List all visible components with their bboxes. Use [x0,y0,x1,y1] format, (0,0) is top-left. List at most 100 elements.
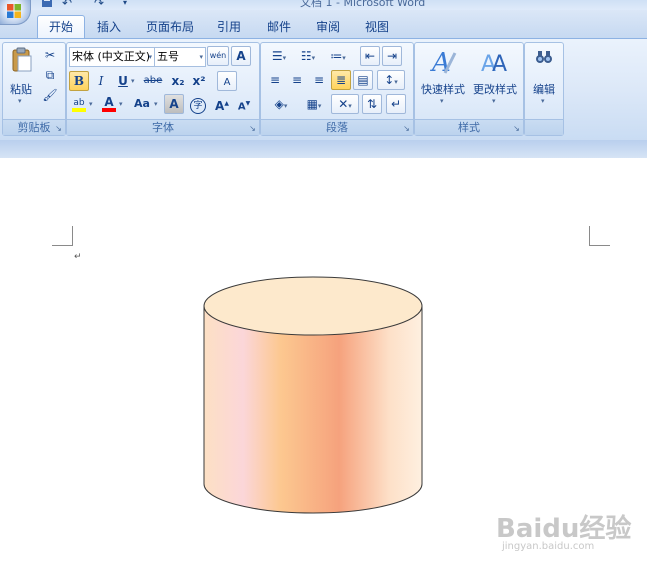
change-styles-dropdown-icon: ▾ [492,97,496,105]
decrease-indent-button[interactable]: ⇤ [360,46,380,66]
enclose-characters-button[interactable]: 字 [188,94,208,114]
cylinder-shape[interactable] [196,272,430,520]
office-logo-icon [7,4,21,18]
justify-button[interactable]: ≣ [331,70,351,90]
paragraph-launcher-icon[interactable]: ↘ [402,124,411,133]
change-case-label: Aa [134,97,150,110]
customize-qat-icon[interactable]: ▾ [118,0,132,10]
svg-text:A: A [492,52,507,77]
font-name-combo[interactable]: 宋体 (中文正文) ▾ [69,47,155,67]
change-styles-button[interactable]: A A 更改样式 ▾ [470,45,520,109]
character-border-button[interactable]: A [231,46,251,66]
tab-home[interactable]: 开始 [37,15,85,40]
underline-button[interactable]: U [113,71,133,91]
sort-button[interactable]: ⇅ [362,94,382,114]
font-color-button[interactable]: A [99,94,119,114]
chevron-down-icon: ▾ [199,53,203,61]
tab-references[interactable]: 引用 [213,16,245,38]
align-center-button[interactable]: ≡ [287,70,307,90]
chevron-down-icon: ▾ [148,53,152,61]
cylinder-body [203,305,423,514]
editing-button[interactable]: 编辑 ▾ [526,45,562,109]
watermark-brand: Baidu经验 [496,514,632,544]
bold-label: B [73,74,85,88]
paste-label: 粘贴 [10,83,32,96]
align-right-button[interactable]: ≡ [309,70,329,90]
show-marks-button[interactable]: ↵ [386,94,406,114]
format-painter-icon[interactable]: 🖌 [40,85,60,105]
bullets-button[interactable]: ☰▾ [265,46,293,66]
shrink-font-button[interactable]: A▼ [234,94,254,114]
styles-launcher-icon[interactable]: ↘ [512,124,521,133]
clear-formatting-label: A [223,77,231,88]
quick-styles-icon: A [430,48,457,77]
editing-group-label [525,119,563,135]
change-case-button[interactable]: Aa [129,94,155,114]
quick-styles-button[interactable]: A 快速样式 ▾ [418,45,468,109]
undo-icon[interactable]: ↶ [60,0,74,10]
character-shading-button[interactable]: A [164,94,184,114]
copy-icon[interactable]: ⧉ [40,65,60,85]
baidu-watermark: Baidu经验 jingyan.baidu.com [496,508,631,552]
font-color-icon: A [104,95,114,109]
grow-font-button[interactable]: A▲ [212,94,232,114]
chinese-layout-button[interactable]: ✕▾ [331,94,359,114]
numbering-button[interactable]: ☷▾ [294,46,322,66]
highlight-dropdown-icon[interactable]: ▾ [89,100,93,108]
tab-mailings[interactable]: 邮件 [263,16,295,38]
superscript-label: x² [192,74,206,88]
font-name-value: 宋体 (中文正文) [72,50,151,63]
shrink-font-label: A [237,101,246,113]
font-group-label: 字体 [67,119,259,135]
paste-dropdown-icon: ▾ [18,97,22,105]
paste-button[interactable]: 粘贴 ▾ [6,45,36,105]
font-size-combo[interactable]: 五号 ▾ [154,47,206,67]
paragraph-mark: ↵ [74,252,82,262]
subscript-button[interactable]: x₂ [168,71,188,91]
underline-dropdown-icon[interactable]: ▾ [131,77,135,85]
save-icon[interactable] [40,0,54,10]
align-left-button[interactable]: ≡ [265,70,285,90]
font-color-dropdown-icon[interactable]: ▾ [119,100,123,108]
font-group: 宋体 (中文正文) ▾ 五号 ▾ wén A B I U ▾ abe x₂ x²… [66,42,260,136]
distributed-button[interactable]: ▤ [353,70,373,90]
shading-button[interactable]: ◈▾ [265,94,297,114]
change-styles-icon: A A [481,52,507,77]
borders-button[interactable]: ▦▾ [299,94,329,114]
tab-insert[interactable]: 插入 [92,16,126,38]
styles-group-label: 样式 [415,119,523,135]
crop-mark-top-right [589,226,610,246]
editing-group: 编辑 ▾ [524,42,564,136]
strikethrough-button[interactable]: abe [139,71,167,91]
tab-view[interactable]: 视图 [361,16,393,38]
redo-icon[interactable]: ↷ [92,0,106,10]
ribbon-shadow [0,140,647,158]
character-border-label: A [236,49,246,63]
increase-indent-button[interactable]: ⇥ [382,46,402,66]
clipboard-group: 粘贴 ▾ ✂ ⧉ 🖌 剪贴板 ↘ [2,42,66,136]
paste-icon [12,47,32,72]
superscript-button[interactable]: x² [189,71,209,91]
cut-icon[interactable]: ✂ [40,45,60,65]
clear-formatting-button[interactable]: A [217,71,237,91]
tab-page-layout[interactable]: 页面布局 [143,16,197,38]
line-spacing-button[interactable]: ↕▾ [377,70,405,90]
clipboard-launcher-icon[interactable]: ↘ [54,124,63,133]
change-styles-label: 更改样式 [473,83,517,96]
phonetic-guide-button[interactable]: wén [207,46,229,66]
font-size-value: 五号 [157,50,179,63]
underline-label: U [118,74,128,88]
phonetic-guide-label: wén [209,51,227,60]
bold-button[interactable]: B [69,71,89,91]
italic-button[interactable]: I [91,71,111,91]
tab-review[interactable]: 审阅 [312,16,344,38]
font-launcher-icon[interactable]: ↘ [248,124,257,133]
strikethrough-label: abe [143,75,163,86]
multilevel-list-button[interactable]: ≔▾ [323,46,353,66]
crop-mark-top-left [52,226,73,246]
svg-text:A: A [430,48,451,77]
character-shading-label: A [169,97,179,111]
change-case-dropdown-icon[interactable]: ▾ [154,100,158,108]
italic-label: I [98,74,104,88]
highlight-button[interactable]: ab [69,94,89,114]
